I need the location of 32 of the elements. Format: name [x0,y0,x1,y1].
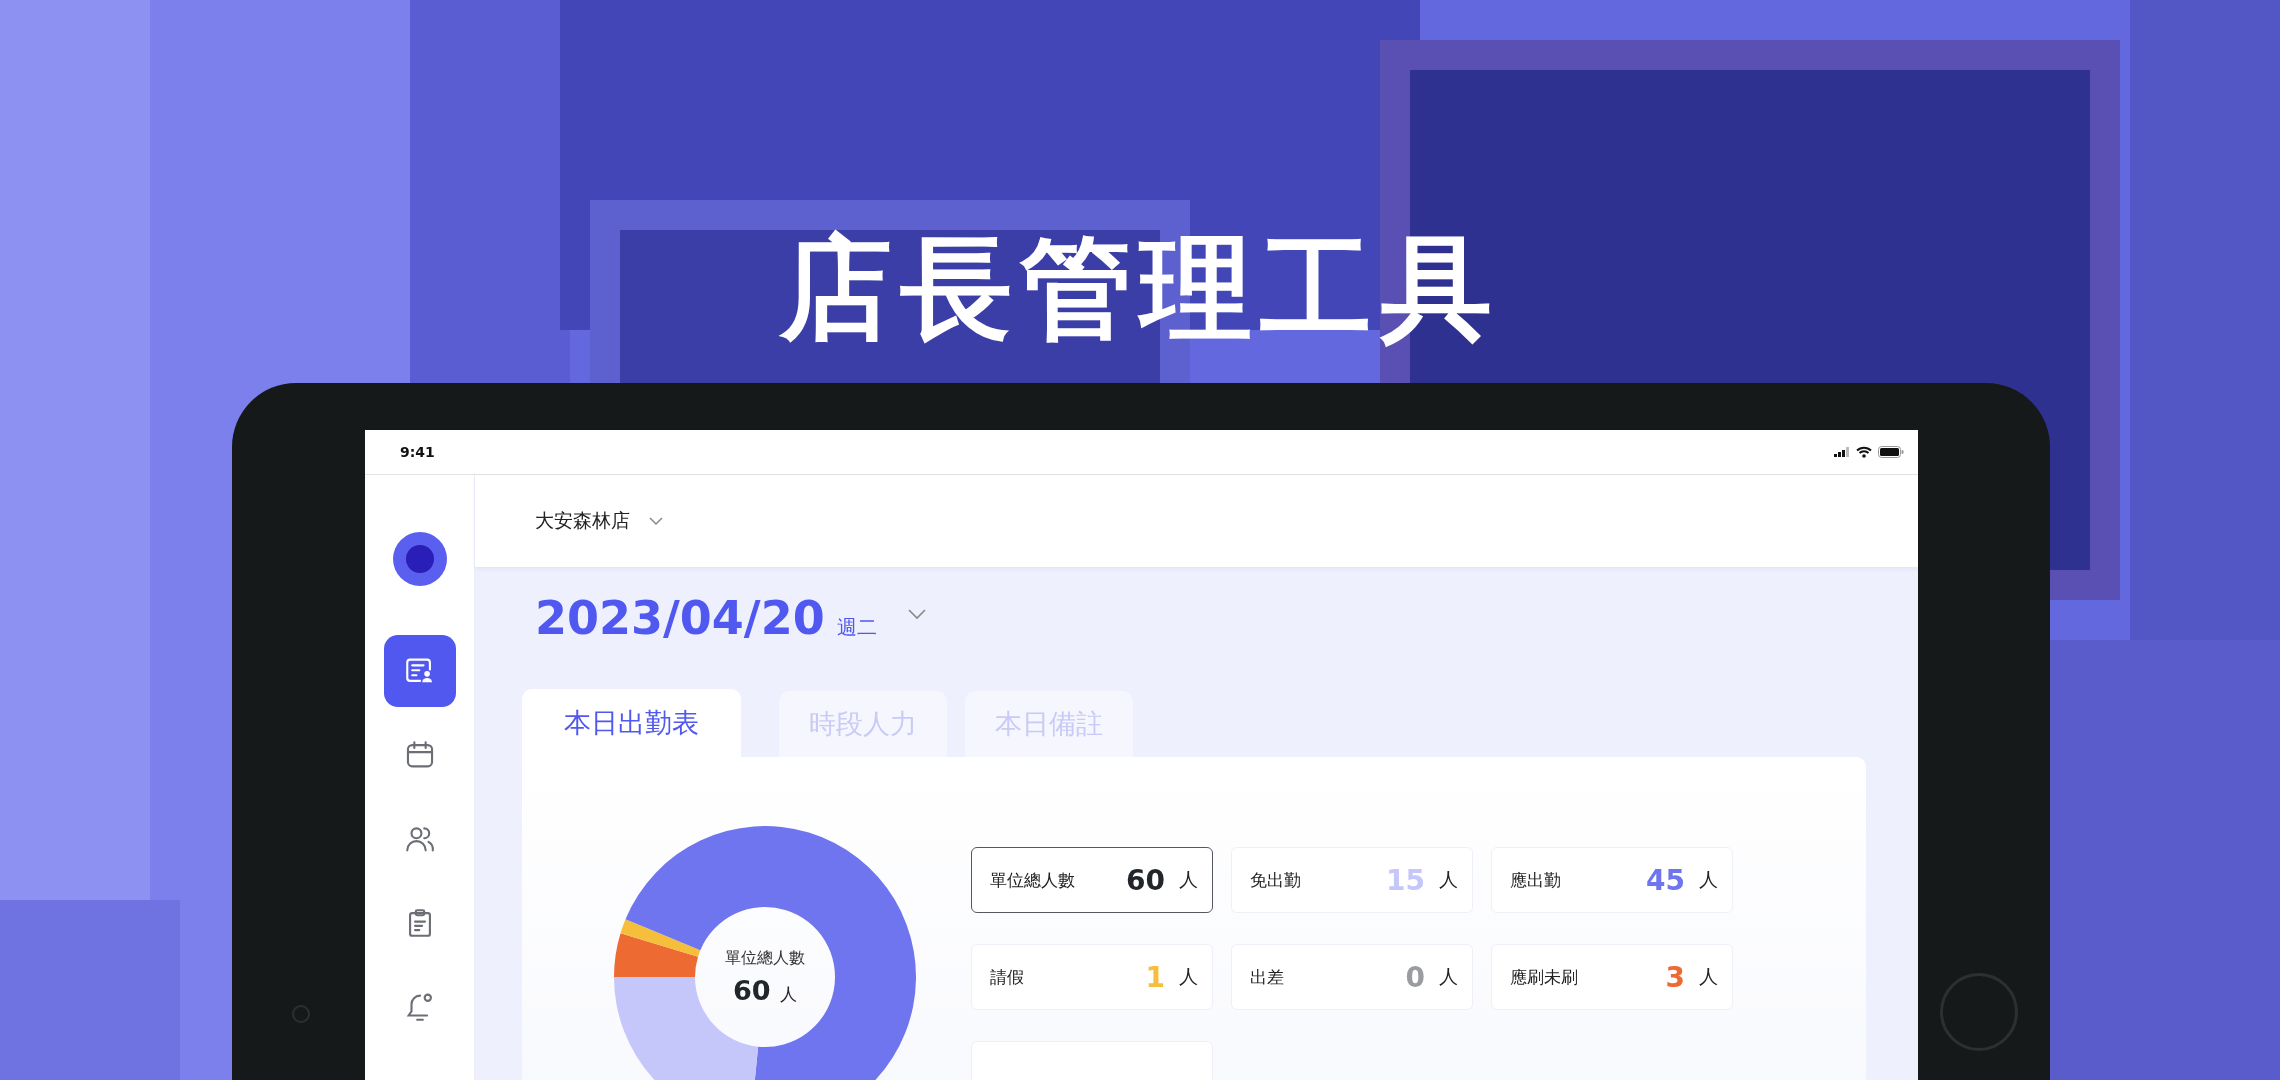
stat-card[interactable]: 免出勤 15 人 [1231,847,1473,913]
stat-unit: 人 [1699,867,1718,892]
weekday-label: 週二 [836,614,877,641]
stat-value: 1 [1145,960,1165,994]
stat-value: 3 [1665,960,1685,994]
stat-value: 45 [1646,863,1685,897]
stat-unit: 人 [1699,964,1718,989]
stat-unit: 人 [1439,964,1458,989]
stat-value: 0 [1405,960,1425,994]
stat-value: 60 [1126,863,1165,897]
status-time: 9:41 [400,444,435,460]
store-dropdown[interactable]: 大安森林店 [535,508,664,534]
stat-card[interactable]: 請假 1 人 [971,944,1213,1010]
donut-label: 單位總人數 [725,948,805,969]
stat-card[interactable]: 應出勤 45 人 [1491,847,1733,913]
stat-label: 請假 [990,965,1025,989]
stat-unit: 人 [1179,867,1198,892]
stat-card[interactable]: 出差 0 人 [1231,944,1473,1010]
stat-card[interactable]: 單位總人數 60 人 [971,847,1213,913]
stat-card[interactable]: 應刷未刷 3 人 [1491,944,1733,1010]
stat-unit: 人 [1179,964,1198,989]
stat-label: 出差 [1250,965,1285,989]
banner-title: 店長管理工具 [778,222,1501,355]
stat-value: 15 [1386,863,1425,897]
stat-label: 應出勤 [1510,868,1562,892]
stat-label: 應刷未刷 [1510,965,1579,989]
donut-total: 60 人 [733,975,797,1006]
stat-label: 單位總人數 [990,868,1076,892]
tab[interactable]: 本日出勤表 [522,689,741,757]
stat-unit: 人 [1439,867,1458,892]
stat-label: 免出勤 [1250,868,1302,892]
date-heading: 2023/04/20 [535,591,825,645]
